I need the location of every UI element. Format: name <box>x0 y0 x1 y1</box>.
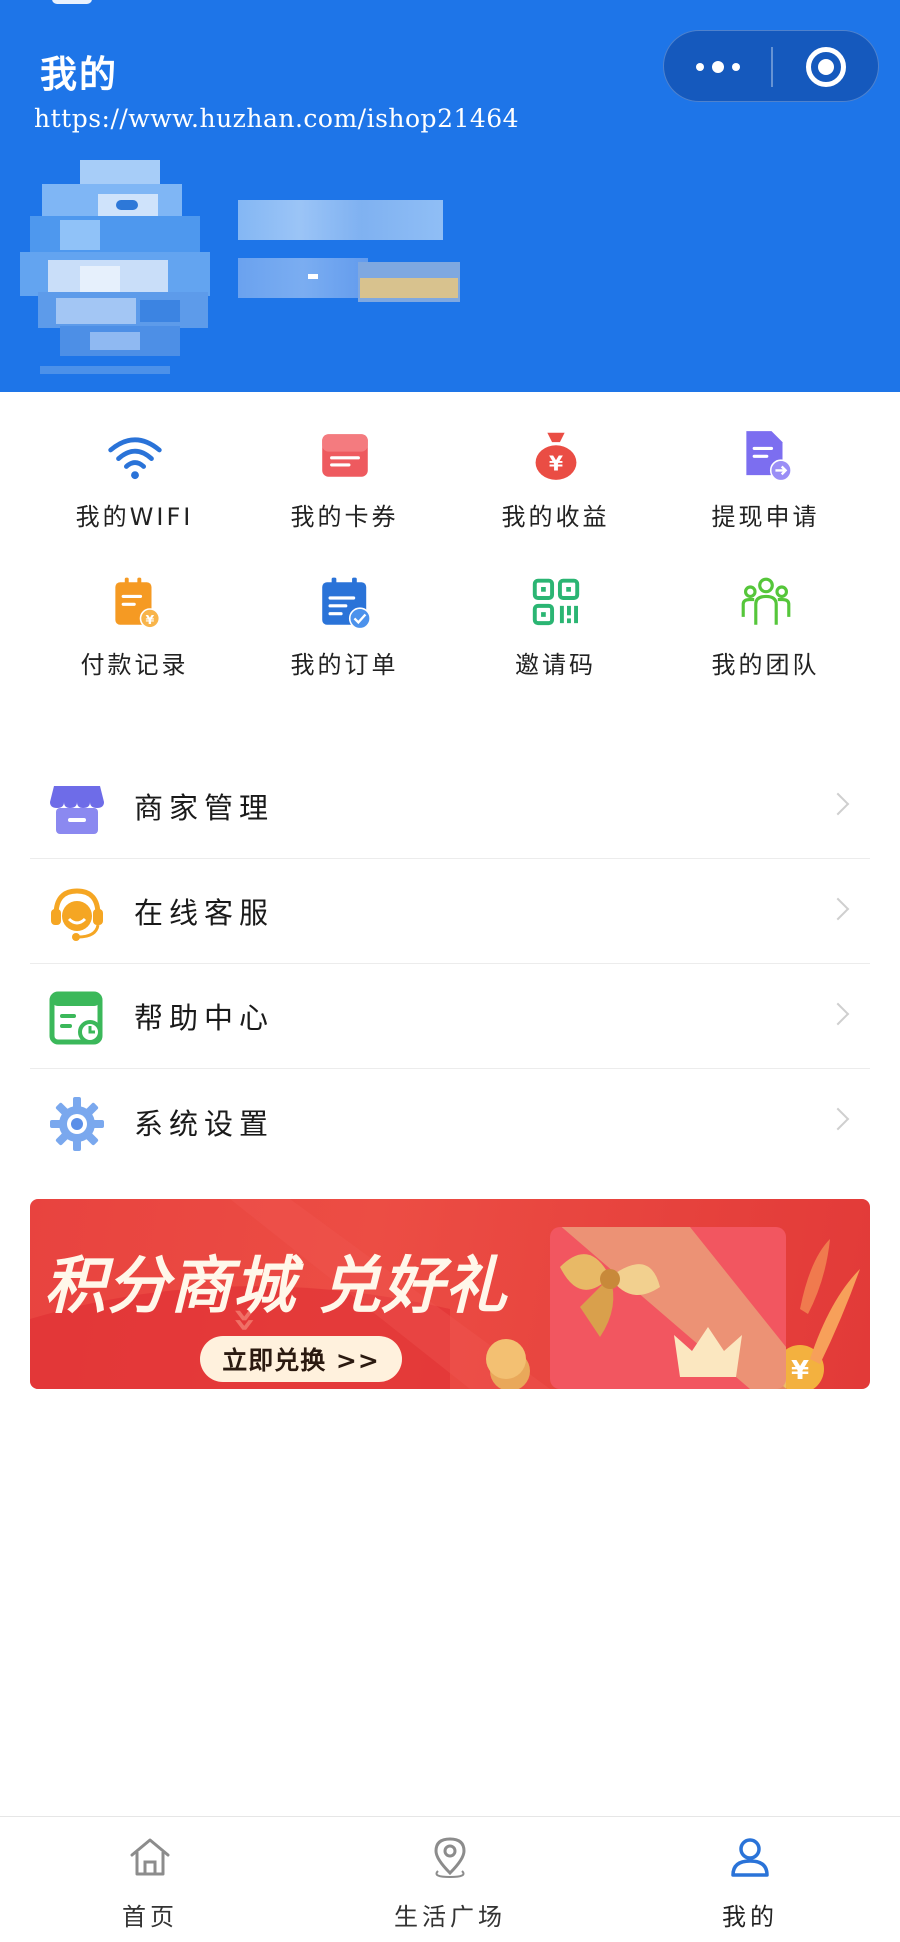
points-mall-banner[interactable]: ¥ « 积分商城 兑好礼 立即兑换 >> <box>30 1199 870 1389</box>
mini-program-capsule <box>663 30 879 102</box>
grid-item-withdraw-request[interactable]: 提现申请 <box>653 392 878 532</box>
more-dots-icon[interactable] <box>664 31 772 103</box>
watermark-url: https://www.huzhan.com/ishop21464 <box>34 104 520 133</box>
user-avatar[interactable] <box>20 160 220 380</box>
qr-code-icon <box>532 578 579 626</box>
grid-item-label: 我的团队 <box>711 651 820 679</box>
gift-card-image <box>550 1217 786 1389</box>
grid-item-invite-code[interactable]: 邀请码 <box>443 540 668 680</box>
help-center-icon <box>49 991 103 1045</box>
profile-header: 我的 https://www.huzhan.com/ishop21464 <box>0 0 900 392</box>
user-level-badge-censored <box>358 262 460 302</box>
grid-item-label: 我的订单 <box>290 651 399 679</box>
page-title: 我的 <box>40 53 118 96</box>
menu-item-merchant-management[interactable]: 商家管理 <box>30 754 870 859</box>
user-id-censored <box>238 258 368 298</box>
wifi-icon <box>107 437 162 480</box>
chevron-right-icon <box>826 1002 850 1026</box>
money-bag-icon: ¥ <box>535 432 576 480</box>
svg-text:¥: ¥ <box>548 451 562 475</box>
grid-item-my-earnings[interactable]: ¥ 我的收益 <box>443 392 668 532</box>
svg-text:¥: ¥ <box>791 1356 809 1386</box>
menu-item-help-center[interactable]: 帮助中心 <box>30 964 870 1069</box>
tab-home[interactable]: 首页 <box>0 1817 300 1942</box>
grid-item-my-coupons[interactable]: 我的卡券 <box>232 392 457 532</box>
menu-item-label: 商家管理 <box>134 791 275 825</box>
status-bar-fragment <box>52 0 92 4</box>
grid-item-my-wifi[interactable]: 我的WIFI <box>22 392 247 532</box>
chevron-right-icon <box>826 792 850 816</box>
feature-grid: 我的WIFI 我的卡券 ¥ 我的收益 提现申请 ¥ 付款记录 我的订单 邀请码 … <box>0 392 900 712</box>
menu-item-label: 系统设置 <box>134 1106 275 1141</box>
grid-item-label: 我的卡券 <box>290 503 399 531</box>
censor-fragment <box>308 274 318 279</box>
grid-item-label: 邀请码 <box>515 651 596 679</box>
menu-list: 商家管理 在线客服 帮助中心 系统设置 <box>30 754 870 1174</box>
grid-item-payment-records[interactable]: ¥ 付款记录 <box>22 540 247 680</box>
grid-item-label: 付款记录 <box>80 651 189 679</box>
tab-label: 我的 <box>722 1903 778 1931</box>
tab-label: 生活广场 <box>394 1903 506 1931</box>
order-calendar-icon <box>321 577 371 630</box>
location-pin-icon <box>434 1837 466 1879</box>
settings-gear-icon <box>50 1097 104 1151</box>
redeem-now-button[interactable]: 立即兑换 >> <box>200 1336 402 1382</box>
menu-item-online-service[interactable]: 在线客服 <box>30 859 870 964</box>
menu-item-label: 帮助中心 <box>134 1001 275 1035</box>
withdraw-document-icon <box>745 431 792 482</box>
chevron-right-icon <box>826 897 850 921</box>
gift-bow-icon <box>550 1217 786 1389</box>
tab-life-square[interactable]: 生活广场 <box>300 1817 600 1942</box>
target-circle-icon[interactable] <box>772 31 880 103</box>
tab-label: 首页 <box>122 1903 178 1931</box>
grid-item-my-team[interactable]: 我的团队 <box>653 540 878 680</box>
home-icon <box>130 1838 170 1876</box>
menu-item-system-settings[interactable]: 系统设置 <box>30 1069 870 1174</box>
banner-headline: 积分商城 兑好礼 <box>44 1249 508 1322</box>
team-icon <box>741 577 790 625</box>
grid-item-label: 我的WIFI <box>75 503 194 531</box>
svg-text:¥: ¥ <box>145 612 154 627</box>
customer-service-icon <box>51 888 103 941</box>
bottom-tab-bar: 首页 生活广场 我的 <box>0 1816 900 1942</box>
menu-item-label: 在线客服 <box>134 896 275 930</box>
grid-item-my-orders[interactable]: 我的订单 <box>232 540 457 680</box>
shop-icon <box>50 786 104 834</box>
coupon-card-icon <box>321 434 368 477</box>
grid-item-label: 提现申请 <box>711 503 820 531</box>
tab-mine[interactable]: 我的 <box>600 1817 900 1942</box>
user-name-censored <box>238 200 443 240</box>
chevron-right-icon <box>826 1107 850 1131</box>
user-icon <box>731 1838 769 1877</box>
grid-item-label: 我的收益 <box>501 503 610 531</box>
payment-record-icon: ¥ <box>114 577 160 629</box>
